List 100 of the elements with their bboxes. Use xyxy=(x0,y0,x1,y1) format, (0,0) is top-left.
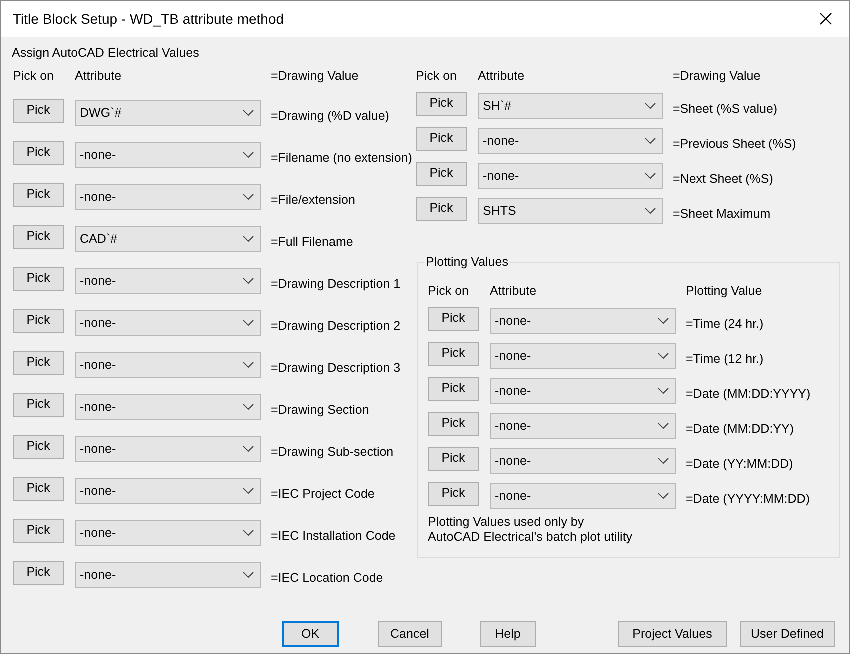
value-label: =Drawing Description 3 xyxy=(271,360,401,377)
value-label: =Drawing Sub-section xyxy=(271,444,394,461)
column-header: =Drawing Value xyxy=(673,68,761,85)
dialog-button[interactable]: Cancel xyxy=(378,621,442,647)
dialog-button[interactable]: Help xyxy=(480,621,536,647)
attribute-dropdown[interactable]: -none- xyxy=(478,128,663,154)
section-label: Assign AutoCAD Electrical Values xyxy=(12,45,200,62)
pick-button[interactable]: Pick xyxy=(13,476,64,500)
chevron-down-icon xyxy=(243,278,254,284)
chevron-down-icon xyxy=(645,208,656,214)
column-header: Pick on xyxy=(416,68,458,85)
group-title: Plotting Values xyxy=(424,254,510,270)
chevron-down-icon xyxy=(658,318,669,324)
chevron-down-icon xyxy=(243,236,254,242)
chevron-down-icon xyxy=(243,320,254,326)
chevron-down-icon xyxy=(658,458,669,464)
chevron-down-icon xyxy=(243,362,254,368)
chevron-down-icon xyxy=(243,152,254,158)
chevron-down-icon xyxy=(243,110,254,116)
value-label: =Date (YYYY:MM:DD) xyxy=(686,490,810,508)
attribute-dropdown[interactable]: -none- xyxy=(490,483,676,509)
attribute-dropdown[interactable]: -none- xyxy=(75,184,261,210)
chevron-down-icon xyxy=(658,388,669,394)
attribute-dropdown[interactable]: -none- xyxy=(490,308,676,334)
column-header: Plotting Value xyxy=(686,282,762,300)
attribute-dropdown[interactable]: CAD`# xyxy=(75,226,261,252)
attribute-dropdown[interactable]: -none- xyxy=(490,343,676,369)
pick-button[interactable]: Pick xyxy=(13,392,64,416)
pick-button[interactable]: Pick xyxy=(13,140,64,164)
dialog-button[interactable]: User Defined xyxy=(740,621,835,647)
attribute-dropdown[interactable]: -none- xyxy=(75,394,261,420)
note-text: Plotting Values used only by xyxy=(428,515,586,530)
chevron-down-icon xyxy=(645,173,656,179)
value-label: =Date (YY:MM:DD) xyxy=(686,456,794,473)
value-label: =IEC Location Code xyxy=(271,570,384,587)
chevron-down-icon xyxy=(243,194,254,200)
column-header: =Drawing Value xyxy=(271,68,359,85)
pick-button[interactable]: Pick xyxy=(13,266,64,290)
attribute-dropdown[interactable]: SH`# xyxy=(478,93,663,119)
attribute-dropdown[interactable]: -none- xyxy=(75,142,261,168)
chevron-down-icon xyxy=(243,446,254,452)
pick-button[interactable]: Pick xyxy=(428,306,479,330)
chevron-down-icon xyxy=(658,353,669,359)
dialog-button[interactable]: OK xyxy=(282,621,339,647)
chevron-down-icon xyxy=(243,530,254,536)
attribute-dropdown[interactable]: -none- xyxy=(75,562,261,588)
value-label: =Drawing Section xyxy=(271,402,370,419)
value-label: =Time (24 hr.) xyxy=(686,316,764,333)
pick-button[interactable]: Pick xyxy=(416,126,467,150)
value-label: =File/extension xyxy=(271,192,356,209)
chevron-down-icon xyxy=(645,138,656,144)
value-label: =Time (12 hr.) xyxy=(686,350,764,368)
pick-button[interactable]: Pick xyxy=(416,196,467,220)
attribute-dropdown[interactable]: -none- xyxy=(490,378,676,404)
pick-button[interactable]: Pick xyxy=(13,518,64,542)
attribute-dropdown[interactable]: -none- xyxy=(75,478,261,504)
attribute-dropdown[interactable]: -none- xyxy=(478,163,663,189)
pick-button[interactable]: Pick xyxy=(13,350,64,374)
chevron-down-icon xyxy=(658,493,669,499)
chevron-down-icon xyxy=(243,572,254,578)
chevron-down-icon xyxy=(658,423,669,429)
pick-button[interactable]: Pick xyxy=(428,446,479,470)
chevron-down-icon xyxy=(243,488,254,494)
value-label: =IEC Project Code xyxy=(271,486,375,503)
attribute-dropdown[interactable]: -none- xyxy=(490,413,676,439)
pick-button[interactable]: Pick xyxy=(428,412,479,436)
pick-button[interactable]: Pick xyxy=(428,482,479,506)
pick-button[interactable]: Pick xyxy=(416,92,467,116)
attribute-dropdown[interactable]: -none- xyxy=(75,310,261,336)
attribute-dropdown[interactable]: SHTS xyxy=(478,198,663,224)
value-label: =Drawing (%D value) xyxy=(271,108,390,125)
pick-button[interactable]: Pick xyxy=(13,308,64,332)
pick-button[interactable]: Pick xyxy=(13,434,64,458)
pick-button[interactable]: Pick xyxy=(13,98,64,122)
attribute-dropdown[interactable]: -none- xyxy=(75,268,261,294)
pick-button[interactable]: Pick xyxy=(428,342,479,366)
chevron-down-icon xyxy=(243,404,254,410)
pick-button[interactable]: Pick xyxy=(416,162,467,186)
column-header: Attribute xyxy=(75,68,123,85)
attribute-dropdown[interactable]: DWG`# xyxy=(75,100,261,126)
pick-button[interactable]: Pick xyxy=(428,376,479,400)
attribute-dropdown[interactable]: -none- xyxy=(490,448,676,474)
value-label: =Sheet Maximum xyxy=(673,206,771,223)
pick-button[interactable]: Pick xyxy=(13,182,64,206)
window-title: Title Block Setup - WD_TB attribute method xyxy=(13,10,284,29)
attribute-dropdown[interactable]: -none- xyxy=(75,520,261,546)
value-label: =Previous Sheet (%S) xyxy=(673,136,796,153)
close-icon xyxy=(820,13,832,25)
value-label: =Date (MM:DD:YY) xyxy=(686,420,794,438)
column-header: Pick on xyxy=(13,68,55,85)
note-text: AutoCAD Electrical's batch plot utility xyxy=(428,530,633,545)
pick-button[interactable]: Pick xyxy=(13,224,64,248)
chevron-down-icon xyxy=(645,103,656,109)
attribute-dropdown[interactable]: -none- xyxy=(75,352,261,378)
attribute-dropdown[interactable]: -none- xyxy=(75,436,261,462)
value-label: =Sheet (%S value) xyxy=(673,100,778,118)
value-label: =Filename (no extension) xyxy=(271,150,412,167)
value-label: =IEC Installation Code xyxy=(271,528,396,545)
dialog-button[interactable]: Project Values xyxy=(618,621,727,647)
pick-button[interactable]: Pick xyxy=(13,560,64,584)
